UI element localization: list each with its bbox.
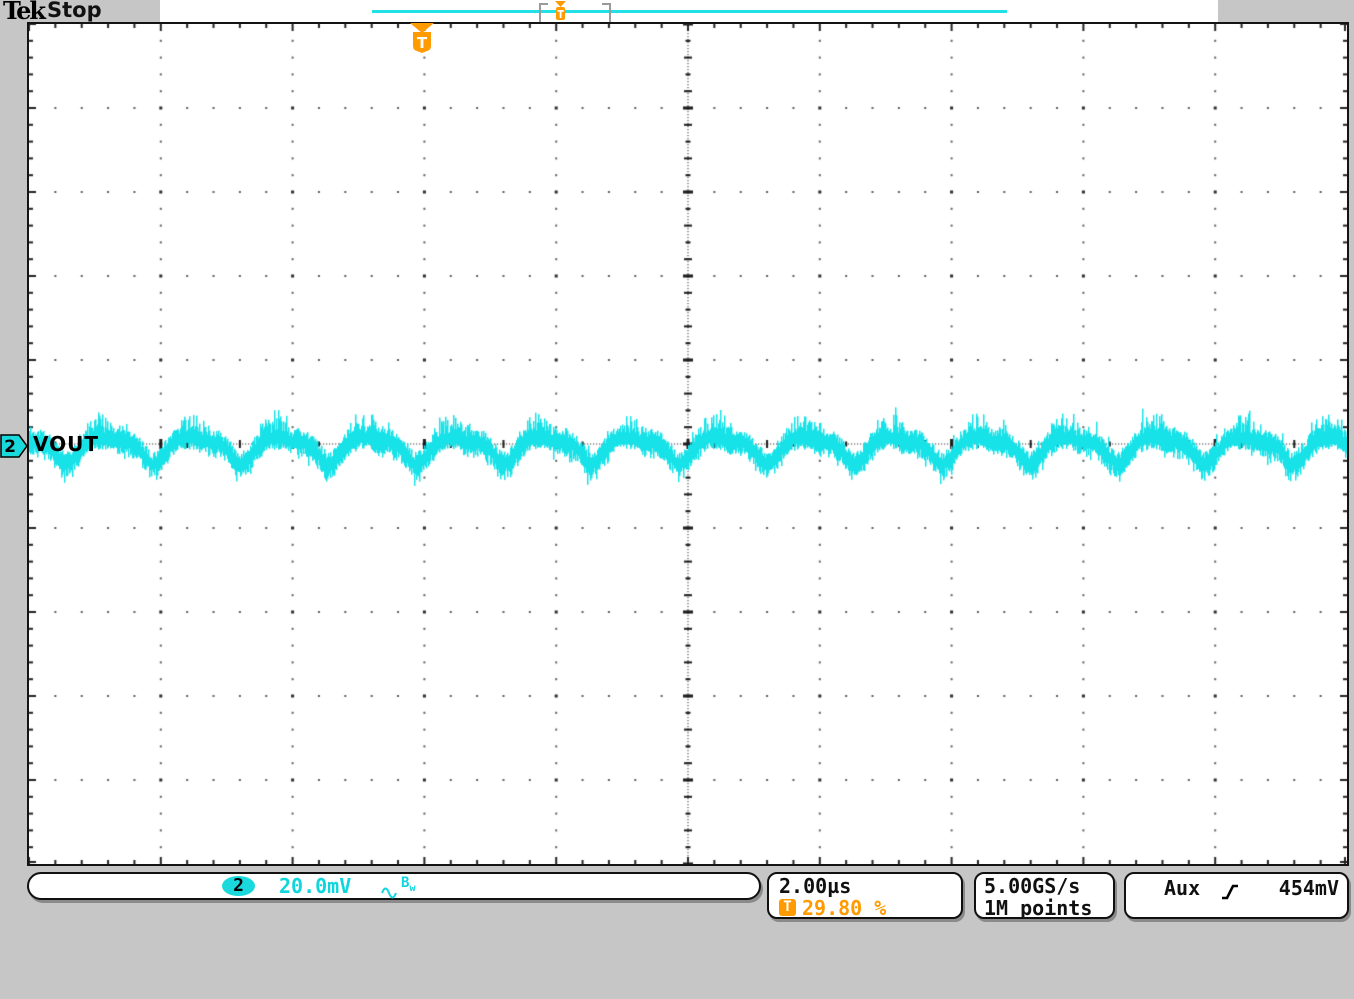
record-trigger-position-icon (552, 1, 569, 21)
channel-badge: 2 (222, 876, 255, 896)
channel-readout-box: 2 20.0mV Bw (27, 872, 761, 900)
bandwidth-limit-label: Bw (401, 875, 415, 894)
bandwidth-limit-w: w (409, 883, 416, 894)
trigger-level: 454mV (1278, 876, 1339, 900)
sample-rate: 5.00GS/s (984, 874, 1081, 898)
trace-label: VOUT (33, 432, 100, 456)
record-window-right-bracket-icon (602, 3, 611, 24)
rising-edge-icon (1220, 881, 1240, 905)
timebase-scale: 2.00µs (779, 874, 852, 898)
trigger-source: Aux (1164, 876, 1201, 900)
graticule (27, 22, 1349, 866)
oscilloscope-screen: Tek Stop T 2 VOUT 2 20.0mV Bw 2.00µs T 2… (0, 0, 1354, 999)
trigger-position-value: 29.80 % (802, 896, 887, 920)
waveform-canvas (29, 24, 1347, 864)
trigger-position-icon: T (408, 23, 436, 58)
acquisition-readout-box: 5.00GS/s 1M points (974, 872, 1115, 920)
record-length: 1M points (984, 896, 1093, 920)
channel-2-marker-icon: 2 (0, 432, 28, 460)
acquisition-status: Stop (47, 0, 102, 22)
ac-coupling-icon (381, 880, 398, 904)
record-view-bar (372, 10, 1007, 13)
trigger-marker-letter: T (417, 34, 428, 52)
channel-scale: 20.0mV (279, 874, 352, 898)
record-window-left-bracket-icon (539, 3, 548, 24)
trigger-badge-icon: T (779, 899, 796, 916)
trigger-readout-box: Aux 454mV (1124, 872, 1349, 919)
timebase-readout-box: 2.00µs T 29.80 % (767, 872, 963, 920)
channel-2-marker-number: 2 (4, 437, 16, 457)
